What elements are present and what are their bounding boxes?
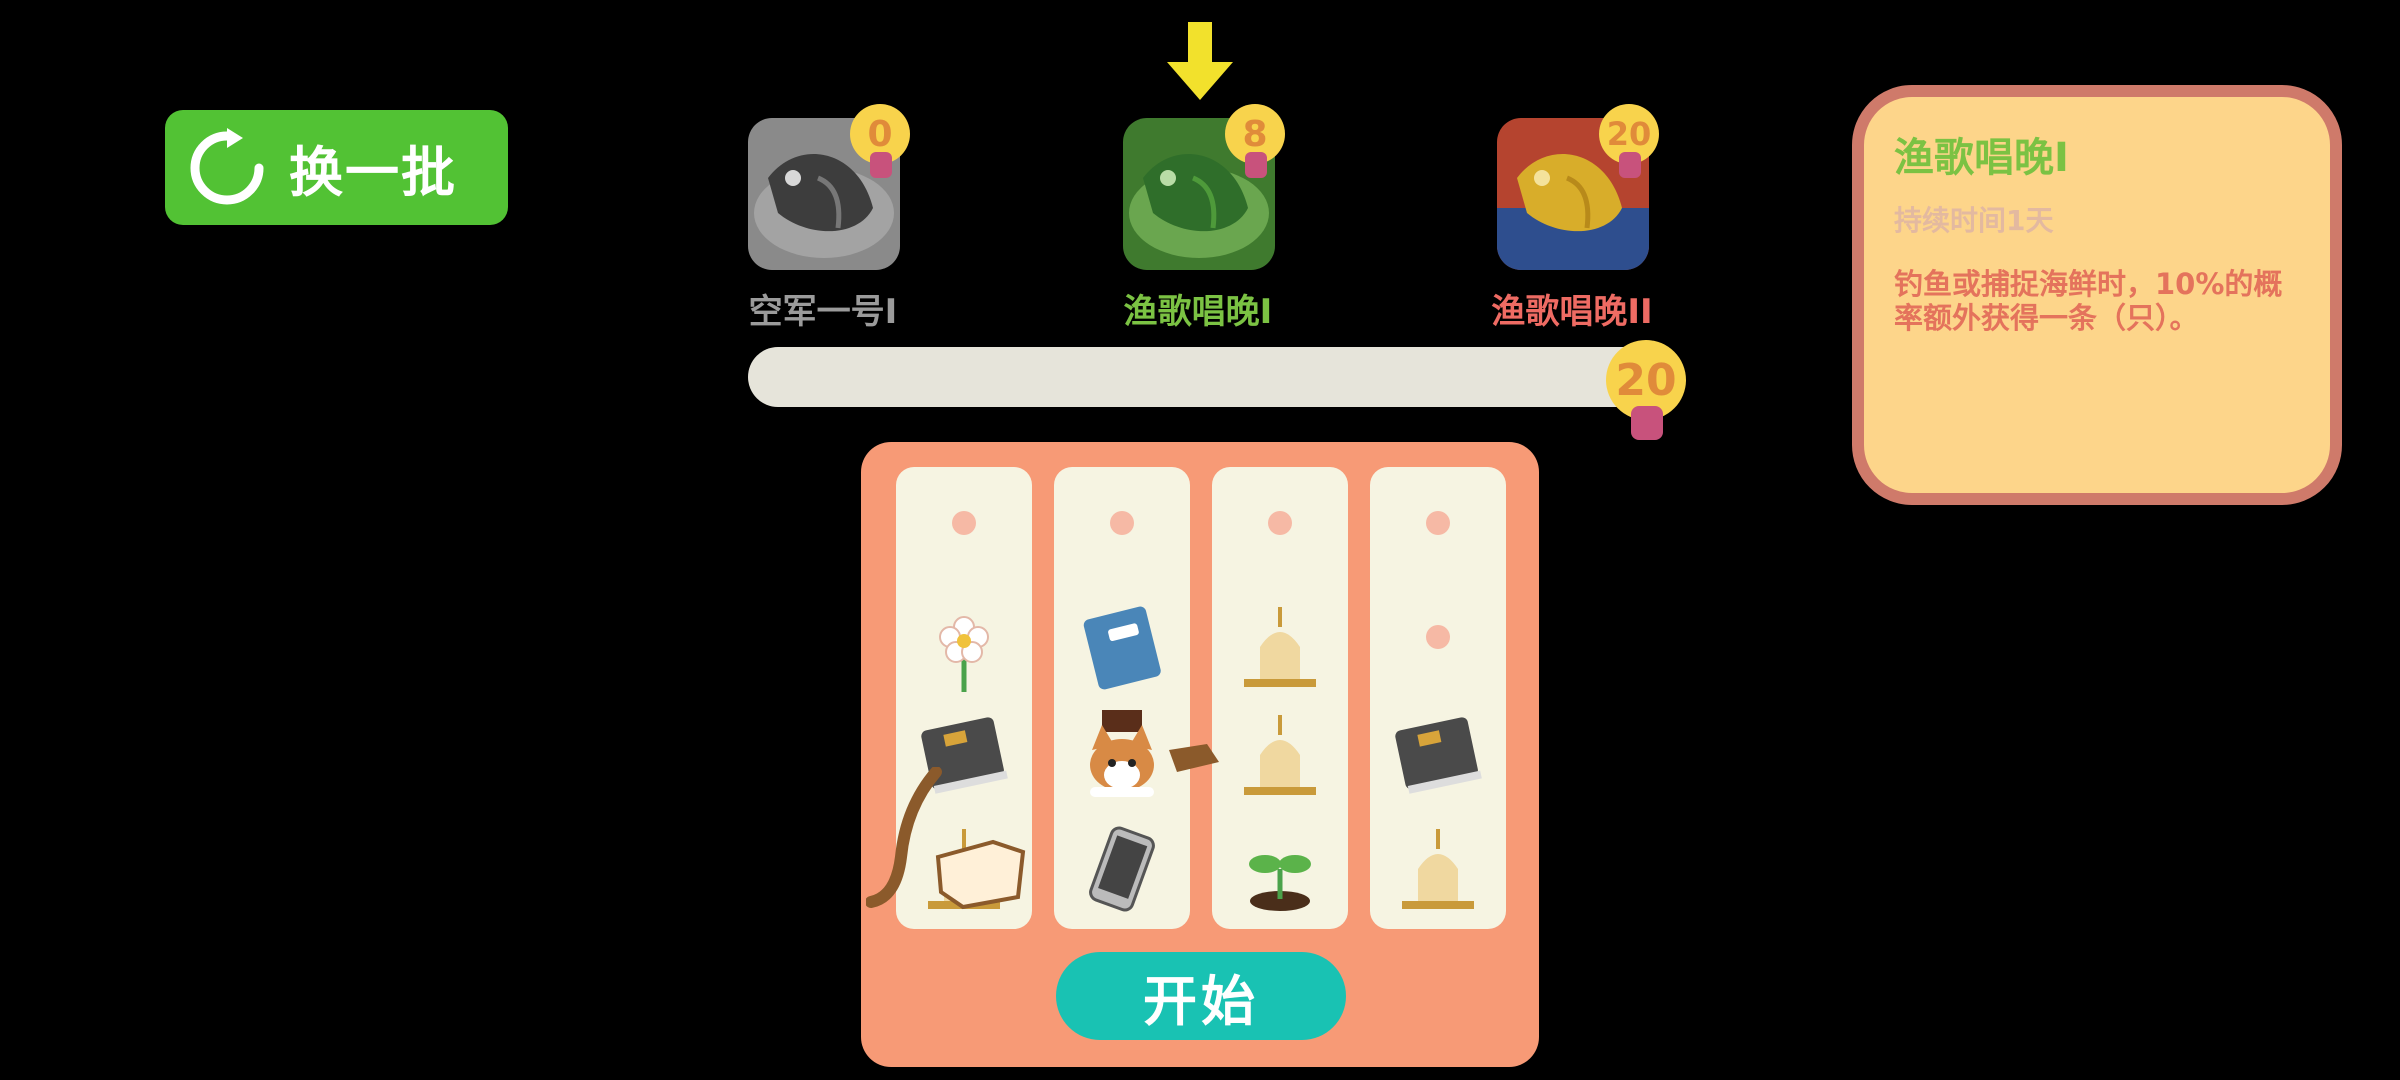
refresh-icon: [190, 127, 264, 204]
reel-2: [1054, 467, 1190, 929]
progress-bar: [748, 347, 1678, 407]
refresh-label: 换一批: [289, 141, 457, 204]
tier-name: 渔歌唱晚II: [1491, 292, 1653, 332]
empty-slot-dot: [1426, 625, 1450, 649]
buff-description: 钓鱼或捕捉海鲜时，10%的概率额外获得一条（只）。: [1894, 267, 2283, 335]
buff-info-card: 渔歌唱晚I 持续时间1天 钓鱼或捕捉海鲜时，10%的概率额外获得一条（只）。: [1852, 85, 2342, 505]
empty-slot-dot: [1268, 511, 1292, 535]
bell-icon: [1402, 829, 1474, 909]
leather-icon: [935, 839, 1026, 910]
phone-icon: [1089, 826, 1155, 912]
flower-icon: [939, 616, 989, 692]
buff-title: 渔歌唱晚I: [1894, 135, 2069, 181]
tier-count-badge: 8: [1225, 104, 1285, 178]
refresh-button[interactable]: 换一批: [165, 110, 508, 225]
reel-4: [1370, 467, 1506, 929]
book-icon: [1395, 717, 1482, 794]
corgi-icon: [1090, 710, 1154, 797]
tier-name: 渔歌唱晚I: [1123, 292, 1273, 332]
progress-badge: 20: [1606, 340, 1686, 440]
tier-count-badge: 0: [850, 104, 910, 178]
slot-machine-panel: 开始: [861, 442, 1539, 1067]
tier-name: 空军一号I: [748, 292, 898, 332]
buff-duration: 持续时间1天: [1894, 204, 2054, 237]
selection-arrow-icon: [1167, 22, 1233, 100]
reel-3: [1212, 467, 1348, 929]
start-button[interactable]: 开始: [1056, 952, 1346, 1040]
progress-fill: [748, 347, 1678, 407]
sprout-icon: [1249, 855, 1311, 911]
bell-icon: [1244, 715, 1316, 795]
bell-icon: [1244, 607, 1316, 687]
empty-slot-dot: [952, 511, 976, 535]
notebook-icon: [1083, 606, 1161, 690]
tier-count-badge: 20: [1599, 104, 1659, 178]
leather-piece-icon: [1169, 744, 1219, 772]
empty-slot-dot: [1110, 511, 1134, 535]
empty-slot-dot: [1426, 511, 1450, 535]
